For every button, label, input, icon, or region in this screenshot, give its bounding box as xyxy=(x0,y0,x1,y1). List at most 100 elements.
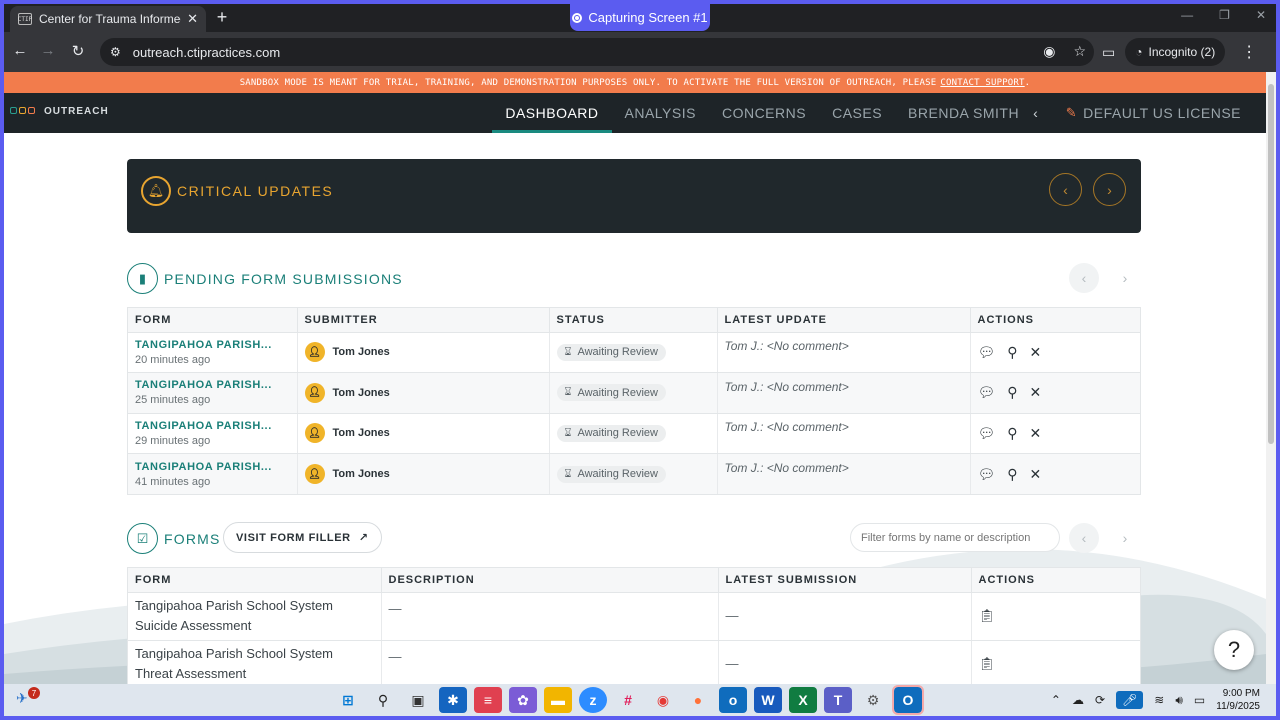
user-avatar-icon: 👤︎ xyxy=(304,423,325,444)
zoom-icon[interactable]: z xyxy=(579,687,607,713)
comments-icon[interactable]: 💬︎ xyxy=(978,344,996,361)
copilot-icon[interactable]: ✿ xyxy=(509,687,537,713)
system-tray: ⌃ ☁ ⟳ 🎤︎ ≋ 🔊︎ ▭ 9:00 PM 11/9/2025 xyxy=(1051,687,1260,713)
close-icon[interactable]: ✕ xyxy=(1030,344,1042,361)
clipboard-action-icon[interactable]: 📋︎ xyxy=(979,608,996,623)
close-icon[interactable]: ✕ xyxy=(1030,384,1042,401)
excel-icon[interactable]: X xyxy=(789,687,817,713)
chrome-icon[interactable]: ◉ xyxy=(649,687,677,713)
chevron-up-icon[interactable]: ⌃ xyxy=(1051,693,1061,707)
word-icon[interactable]: W xyxy=(754,687,782,713)
forms-table-grid: FORM DESCRIPTION LATEST SUBMISSION ACTIO… xyxy=(128,568,1140,684)
cast-search-icon[interactable]: ▭ xyxy=(1102,44,1115,61)
form-link[interactable]: TANGIPAHOA PARISH... xyxy=(135,420,290,432)
teams-icon[interactable]: T xyxy=(824,687,852,713)
submission-time: 29 minutes ago xyxy=(135,434,211,447)
incognito-button[interactable]: ◔ Incognito (2) xyxy=(1125,38,1226,66)
page-scrollbar[interactable] xyxy=(1266,72,1276,684)
nav-analysis[interactable]: ANALYSIS xyxy=(612,93,709,133)
comments-icon[interactable]: 💬︎ xyxy=(978,425,996,442)
bookmark-star-icon[interactable]: ☆ xyxy=(1073,43,1086,60)
omnibox-actions: ◉ ☆ xyxy=(1043,43,1086,60)
comments-icon[interactable]: 💬︎ xyxy=(978,384,996,401)
outlook-icon[interactable]: O xyxy=(892,685,924,715)
forward-icon[interactable]: → xyxy=(38,42,58,59)
close-icon[interactable]: ✕ xyxy=(1030,466,1042,483)
nav-user[interactable]: BRENDA SMITH xyxy=(895,93,1023,133)
firefox-icon[interactable]: ● xyxy=(684,687,712,713)
table-row: TANGIPAHOA PARISH... 20 minutes ago 👤︎ Tom… xyxy=(128,332,1140,374)
search-icon[interactable]: ⚲ xyxy=(1007,384,1017,401)
form-link[interactable]: TANGIPAHOA PARISH... xyxy=(135,461,290,473)
scroll-thumb[interactable] xyxy=(1268,84,1274,444)
help-button[interactable]: ? xyxy=(1214,630,1254,670)
battery-icon[interactable]: ▭ xyxy=(1194,693,1205,707)
slack-icon[interactable]: # xyxy=(614,687,642,713)
form-link[interactable]: TANGIPAHOA PARISH... xyxy=(135,339,290,351)
start-icon[interactable]: ⊞ xyxy=(334,687,362,713)
nav-dashboard[interactable]: DASHBOARD xyxy=(492,93,612,133)
nav-concerns[interactable]: CONCERNS xyxy=(709,93,819,133)
pending-prev-button[interactable]: ‹ xyxy=(1069,263,1099,293)
close-icon[interactable]: ✕ xyxy=(1030,425,1042,442)
eye-off-icon[interactable]: ◉ xyxy=(1043,43,1055,60)
browser-tab[interactable]: CTIP Center for Trauma Informed Practice… xyxy=(10,6,206,32)
status-badge: ⌛︎ Awaiting Review xyxy=(556,424,666,442)
forms-filter-input[interactable] xyxy=(850,523,1060,552)
new-tab-button[interactable]: + xyxy=(212,7,232,28)
hourglass-icon: ⌛︎ xyxy=(564,426,572,439)
address-bar[interactable]: ⚙ outreach.ctipractices.com ◉ ☆ xyxy=(100,38,1094,66)
clipboard-action-icon[interactable]: 📋︎ xyxy=(979,656,996,671)
nav-cases[interactable]: CASES xyxy=(819,93,895,133)
sync-icon[interactable]: ⟳ xyxy=(1095,693,1105,707)
forms-next-button[interactable]: › xyxy=(1110,523,1140,553)
col-latest-submission: LATEST SUBMISSION xyxy=(718,568,972,593)
url-text[interactable]: outreach.ctipractices.com xyxy=(133,45,280,60)
critical-updates-title: CRITICAL UPDATES xyxy=(177,183,334,199)
outlook-new-icon[interactable]: o xyxy=(719,687,747,713)
search-icon[interactable]: ⚲ xyxy=(1007,344,1017,361)
site-info-icon[interactable]: ⚙ xyxy=(110,45,121,59)
search-taskbar-icon[interactable]: ⚲ xyxy=(369,687,397,713)
restore-icon[interactable]: ❐ xyxy=(1219,8,1230,22)
clock[interactable]: 9:00 PM 11/9/2025 xyxy=(1216,687,1260,713)
search-icon[interactable]: ⚲ xyxy=(1007,466,1017,483)
widgets-icon[interactable]: ✈ xyxy=(16,690,28,707)
comments-icon[interactable]: 💬︎ xyxy=(978,466,996,483)
volume-icon[interactable]: 🔊︎ xyxy=(1175,693,1183,708)
back-icon[interactable]: ← xyxy=(10,42,30,59)
reload-icon[interactable]: ↻ xyxy=(68,42,88,60)
task-view-icon[interactable]: ▣ xyxy=(404,687,432,713)
form-link[interactable]: TANGIPAHOA PARISH... xyxy=(135,379,290,391)
tab-close-icon[interactable]: ✕ xyxy=(187,11,198,27)
license-label: DEFAULT US LICENSE xyxy=(1083,105,1241,121)
search-icon[interactable]: ⚲ xyxy=(1007,425,1017,442)
forms-prev-button[interactable]: ‹ xyxy=(1069,523,1099,553)
visit-form-filler-button[interactable]: VISIT FORM FILLER ↗ xyxy=(223,522,382,553)
pending-next-button[interactable]: › xyxy=(1110,263,1140,293)
wifi-icon[interactable]: ≋ xyxy=(1154,693,1164,707)
todo-app-icon[interactable]: ≡ xyxy=(474,687,502,713)
contact-support-link[interactable]: CONTACT SUPPORT xyxy=(940,78,1024,88)
nav-license[interactable]: ✎ DEFAULT US LICENSE xyxy=(1048,93,1254,133)
brand-name[interactable]: OUTREACH xyxy=(44,106,109,117)
file-explorer-icon[interactable]: ▬ xyxy=(544,687,572,713)
gear-app-icon[interactable]: ⚙ xyxy=(859,687,887,713)
settings-app-icon[interactable]: ✱ xyxy=(439,687,467,713)
latest-update: Tom J.: <No comment> xyxy=(724,461,849,476)
col-description: DESCRIPTION xyxy=(381,568,719,593)
more-menu-icon[interactable]: ⋮ xyxy=(1241,42,1257,62)
critical-prev-button[interactable]: ‹ xyxy=(1049,173,1082,206)
capture-indicator[interactable]: Capturing Screen #1 xyxy=(570,4,710,31)
critical-next-button[interactable]: › xyxy=(1093,173,1126,206)
notification-badge: 7 xyxy=(28,687,40,699)
chevron-left-icon[interactable]: ‹ xyxy=(1023,105,1048,121)
table-row: TANGIPAHOA PARISH... 29 minutes ago 👤︎ Tom… xyxy=(128,413,1140,455)
close-window-icon[interactable]: ✕ xyxy=(1256,8,1266,22)
status-label: Awaiting Review xyxy=(577,468,658,481)
outreach-logo-icon[interactable] xyxy=(10,107,35,114)
clipboard-check-icon: ☑ xyxy=(127,523,158,554)
minimize-icon[interactable]: — xyxy=(1181,8,1193,22)
microphone-icon[interactable]: 🎤︎ xyxy=(1116,691,1144,709)
cloud-icon[interactable]: ☁ xyxy=(1072,693,1084,707)
